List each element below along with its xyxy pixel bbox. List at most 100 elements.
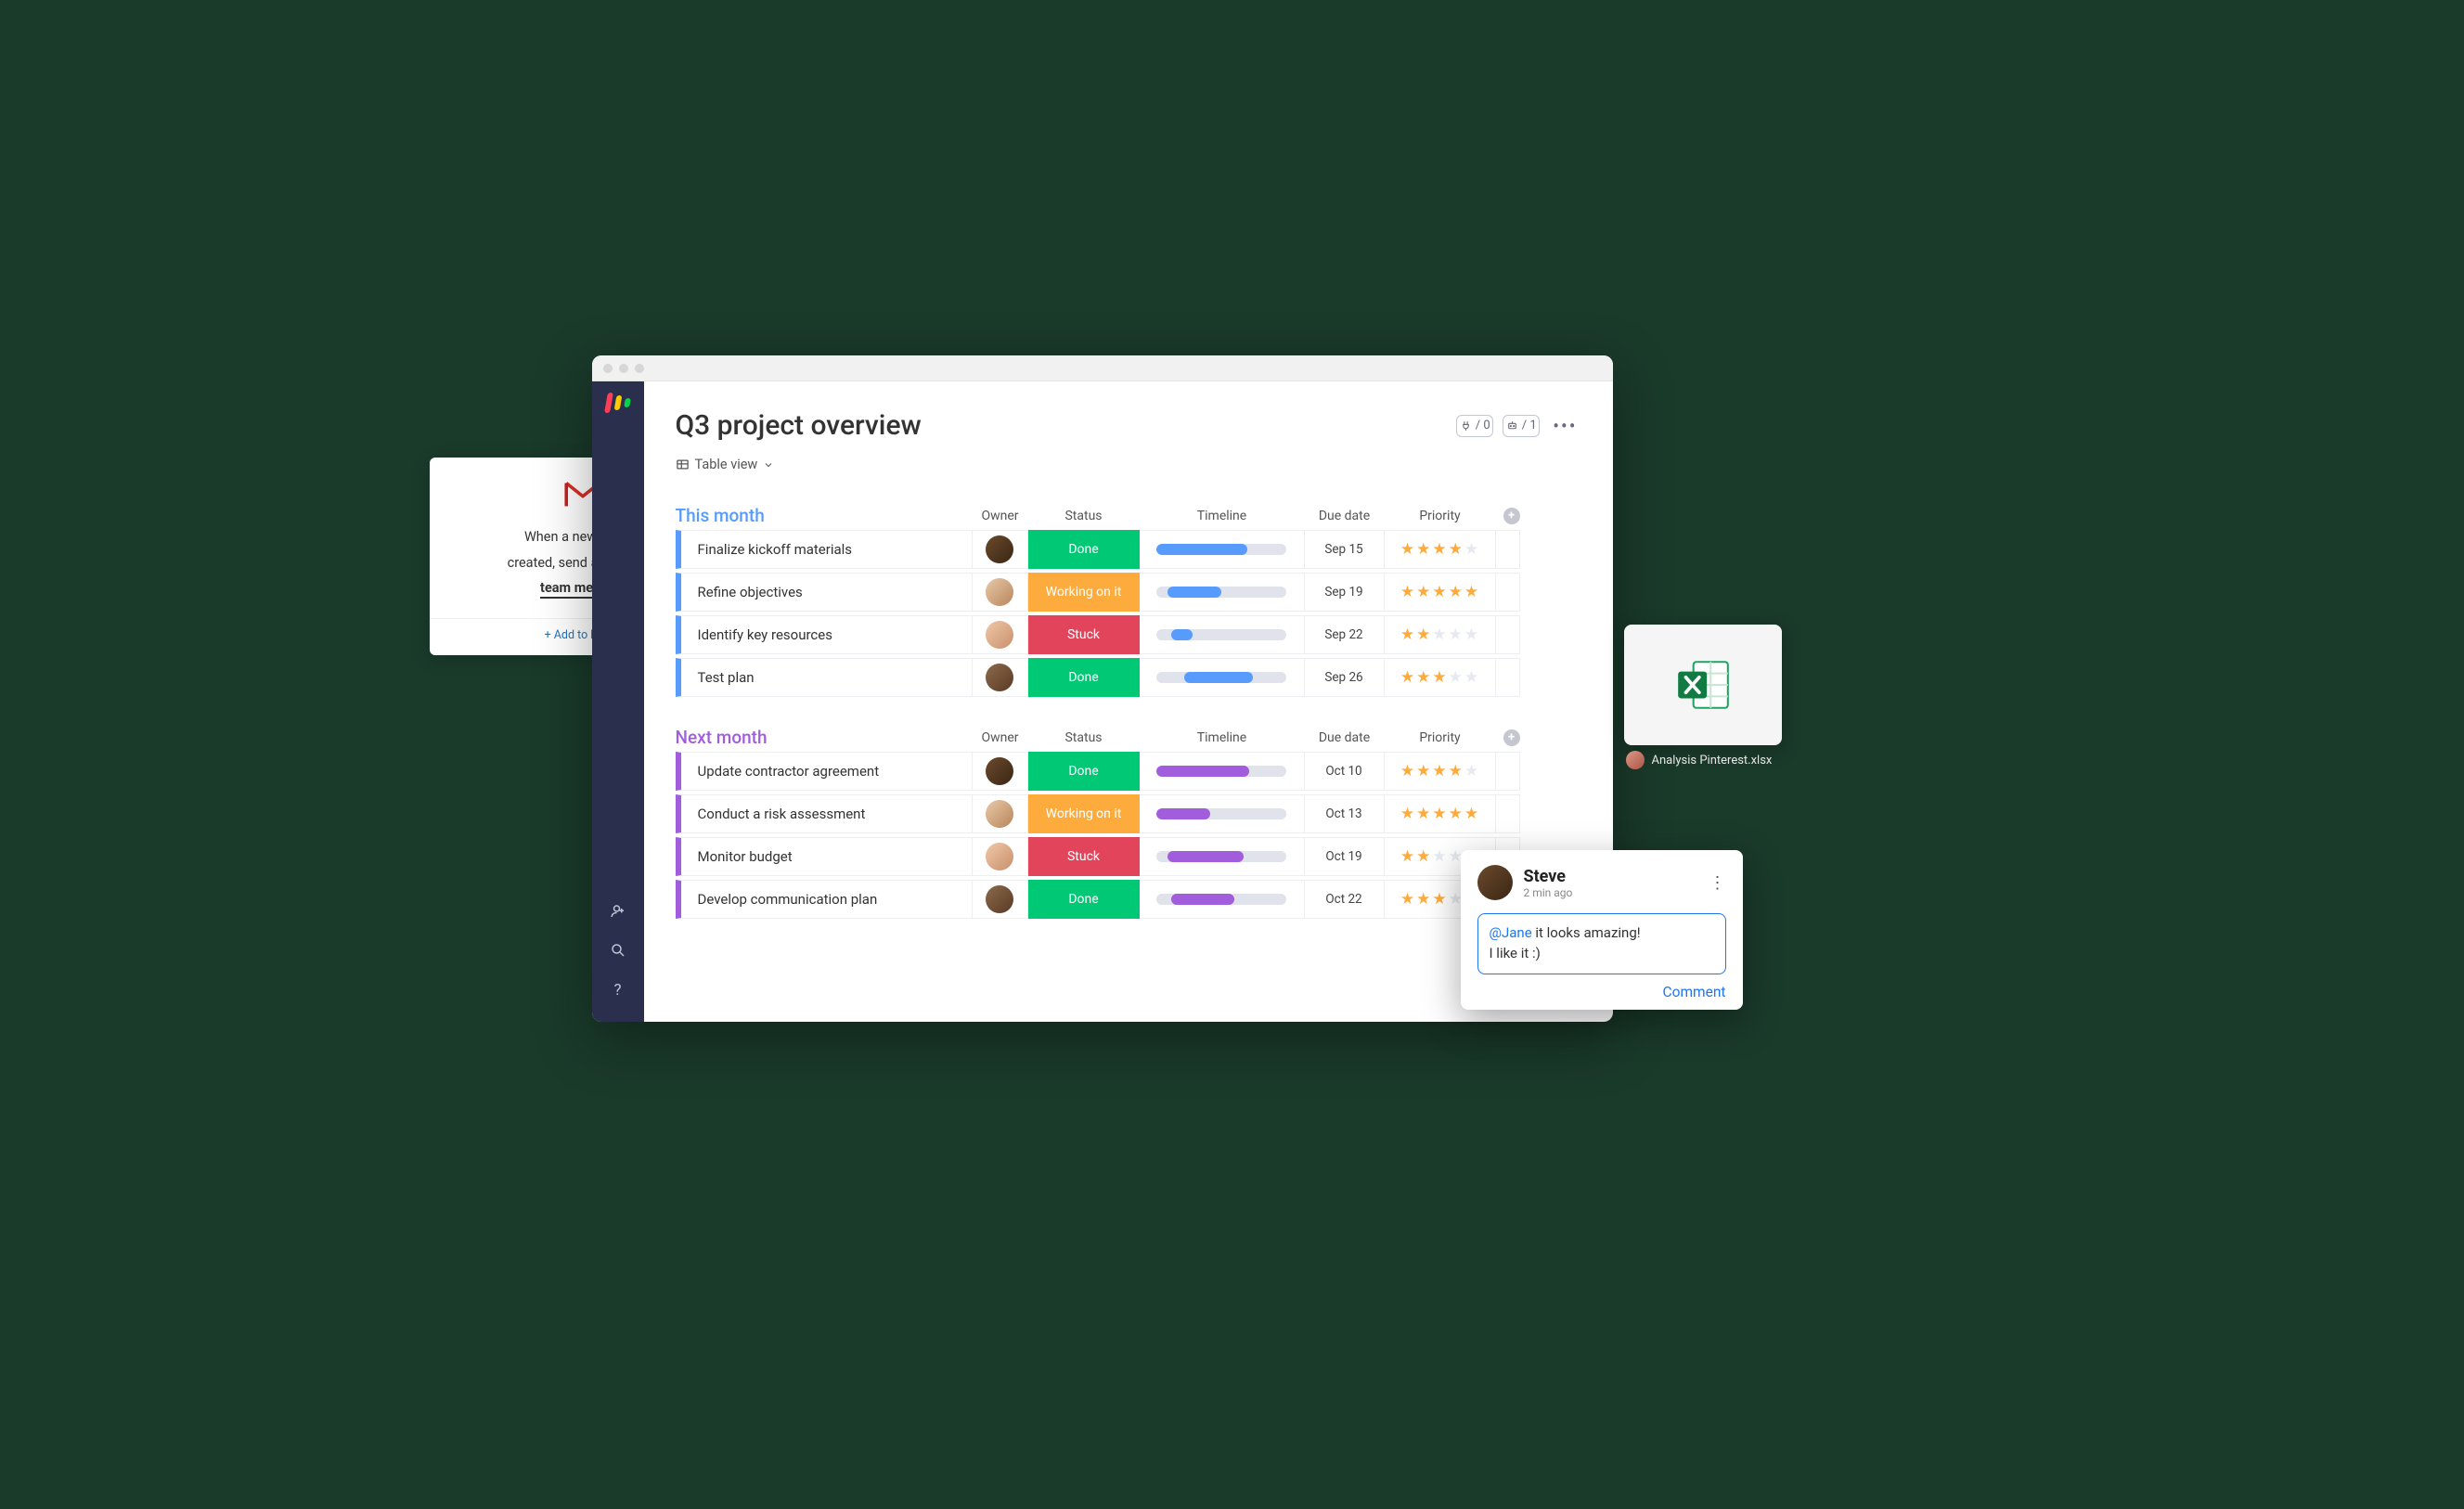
avatar — [986, 535, 1013, 563]
view-selector[interactable]: Table view — [676, 457, 775, 472]
priority-cell[interactable]: ★★★★★ — [1385, 615, 1496, 654]
comment-input[interactable]: @Jane it looks amazing! I like it :) — [1477, 913, 1726, 974]
star-icon: ★ — [1464, 626, 1478, 644]
task-name-cell[interactable]: Test plan — [676, 658, 973, 697]
task-name-cell[interactable]: Monitor budget — [676, 837, 973, 876]
status-cell[interactable]: Working on it — [1028, 573, 1140, 612]
timeline-cell[interactable] — [1140, 573, 1305, 612]
automations-button[interactable]: / 1 — [1503, 415, 1540, 437]
timeline-bar — [1156, 587, 1286, 598]
avatar — [986, 800, 1013, 828]
status-cell[interactable]: Done — [1028, 530, 1140, 569]
task-row[interactable]: Test plan Done Sep 26★★★★★ — [676, 658, 1581, 697]
avatar — [986, 578, 1013, 606]
owner-cell[interactable] — [973, 837, 1028, 876]
task-name-cell[interactable]: Develop communication plan — [676, 880, 973, 919]
due-date-cell[interactable]: Sep 22 — [1305, 615, 1385, 654]
timeline-cell[interactable] — [1140, 837, 1305, 876]
column-header-priority[interactable]: Priority — [1385, 730, 1496, 745]
column-header-priority[interactable]: Priority — [1385, 509, 1496, 523]
task-name-cell[interactable]: Finalize kickoff materials — [676, 530, 973, 569]
search-icon[interactable] — [610, 942, 626, 959]
comment-submit-button[interactable]: Comment — [1477, 984, 1726, 1000]
board-title[interactable]: Q3 project overview — [676, 409, 922, 442]
monday-logo-icon[interactable] — [606, 393, 630, 413]
add-column-button[interactable]: + — [1503, 508, 1520, 524]
owner-cell[interactable] — [973, 794, 1028, 833]
board-menu-button[interactable]: ••• — [1549, 415, 1580, 437]
mention[interactable]: @Jane — [1490, 924, 1532, 941]
timeline-bar — [1156, 808, 1286, 819]
owner-cell[interactable] — [973, 752, 1028, 791]
extra-cell — [1496, 573, 1520, 612]
timeline-cell[interactable] — [1140, 794, 1305, 833]
task-name-cell[interactable]: Refine objectives — [676, 573, 973, 612]
task-name-cell[interactable]: Conduct a risk assessment — [676, 794, 973, 833]
integrations-button[interactable]: / 0 — [1456, 415, 1493, 437]
status-cell[interactable]: Done — [1028, 880, 1140, 919]
star-icon: ★ — [1416, 626, 1430, 644]
task-row[interactable]: Conduct a risk assessment Working on it Oc… — [676, 794, 1581, 833]
owner-cell[interactable] — [973, 530, 1028, 569]
star-icon: ★ — [1400, 847, 1414, 866]
due-date-cell[interactable]: Oct 10 — [1305, 752, 1385, 791]
priority-cell[interactable]: ★★★★★ — [1385, 752, 1496, 791]
column-header-due[interactable]: Due date — [1305, 730, 1385, 745]
status-cell[interactable]: Stuck — [1028, 837, 1140, 876]
owner-cell[interactable] — [973, 615, 1028, 654]
task-row[interactable]: Identify key resources Stuck Sep 22★★★★★ — [676, 615, 1581, 654]
due-date-cell[interactable]: Sep 15 — [1305, 530, 1385, 569]
group-name[interactable]: This month — [676, 505, 973, 526]
due-date-cell[interactable]: Sep 19 — [1305, 573, 1385, 612]
add-column-button[interactable]: + — [1503, 729, 1520, 746]
star-icon: ★ — [1432, 583, 1446, 601]
comment-menu-button[interactable]: ⋮ — [1709, 873, 1726, 893]
task-row[interactable]: Update contractor agreement Done Oct 10★★★… — [676, 752, 1581, 791]
help-icon[interactable]: ? — [610, 981, 626, 1000]
timeline-bar — [1156, 851, 1286, 862]
invite-icon[interactable] — [610, 903, 626, 920]
priority-cell[interactable]: ★★★★★ — [1385, 530, 1496, 569]
timeline-cell[interactable] — [1140, 880, 1305, 919]
timeline-cell[interactable] — [1140, 615, 1305, 654]
column-header-due[interactable]: Due date — [1305, 509, 1385, 523]
task-row[interactable]: Monitor budgetStuckOct 19★★★★★ — [676, 837, 1581, 876]
status-cell[interactable]: Done — [1028, 658, 1140, 697]
column-header-owner[interactable]: Owner — [973, 509, 1028, 523]
column-header-timeline[interactable]: Timeline — [1140, 509, 1305, 523]
due-date-cell[interactable]: Oct 13 — [1305, 794, 1385, 833]
timeline-cell[interactable] — [1140, 530, 1305, 569]
task-name-cell[interactable]: Identify key resources — [676, 615, 973, 654]
status-cell[interactable]: Done — [1028, 752, 1140, 791]
excel-attachment-card[interactable] — [1624, 625, 1782, 745]
priority-cell[interactable]: ★★★★★ — [1385, 658, 1496, 697]
owner-cell[interactable] — [973, 573, 1028, 612]
task-row[interactable]: Finalize kickoff materials Done Sep 15★★★★… — [676, 530, 1581, 569]
star-icon: ★ — [1400, 890, 1414, 909]
task-row[interactable]: Develop communication planDoneOct 22★★★★… — [676, 880, 1581, 919]
task-row[interactable]: Refine objectivesWorking on itSep 19★★★★… — [676, 573, 1581, 612]
star-icon: ★ — [1432, 626, 1446, 644]
due-date-cell[interactable]: Sep 26 — [1305, 658, 1385, 697]
timeline-cell[interactable] — [1140, 658, 1305, 697]
column-header-owner[interactable]: Owner — [973, 730, 1028, 745]
timeline-cell[interactable] — [1140, 752, 1305, 791]
extra-cell — [1496, 615, 1520, 654]
timeline-bar — [1156, 672, 1286, 683]
priority-cell[interactable]: ★★★★★ — [1385, 573, 1496, 612]
owner-cell[interactable] — [973, 658, 1028, 697]
status-cell[interactable]: Stuck — [1028, 615, 1140, 654]
task-name-cell[interactable]: Update contractor agreement — [676, 752, 973, 791]
due-date-cell[interactable]: Oct 22 — [1305, 880, 1385, 919]
priority-cell[interactable]: ★★★★★ — [1385, 794, 1496, 833]
app-window: ? Q3 project overview / 0 / 1 — [592, 355, 1613, 1022]
status-cell[interactable]: Working on it — [1028, 794, 1140, 833]
column-header-status[interactable]: Status — [1028, 730, 1140, 745]
due-date-cell[interactable]: Oct 19 — [1305, 837, 1385, 876]
owner-cell[interactable] — [973, 880, 1028, 919]
star-icon: ★ — [1449, 668, 1463, 687]
group-name[interactable]: Next month — [676, 727, 973, 748]
star-icon: ★ — [1416, 805, 1430, 823]
column-header-status[interactable]: Status — [1028, 509, 1140, 523]
column-header-timeline[interactable]: Timeline — [1140, 730, 1305, 745]
